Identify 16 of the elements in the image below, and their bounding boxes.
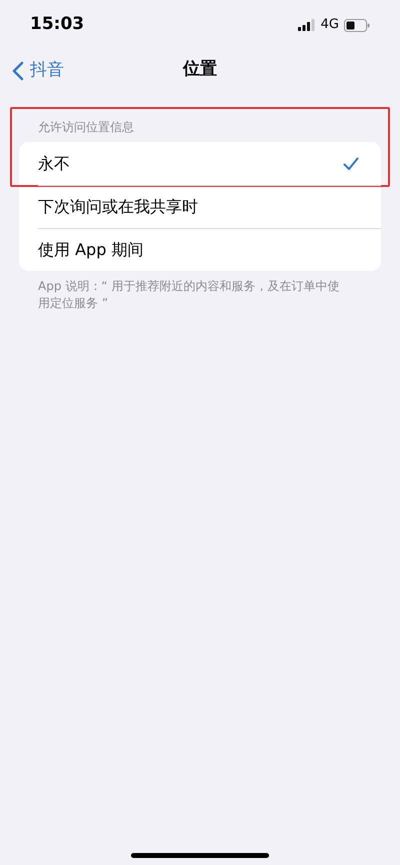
- page-title: 位置: [183, 58, 217, 82]
- signal-icon: [298, 19, 316, 31]
- option-row[interactable]: 下次询问或在我共享时: [19, 185, 381, 228]
- option-label: 下次询问或在我共享时: [38, 196, 198, 218]
- option-row[interactable]: 永不: [19, 142, 381, 185]
- section-header: 允许访问位置信息: [38, 119, 134, 136]
- chevron-left-icon: [12, 60, 24, 81]
- back-button[interactable]: 抖音: [12, 58, 64, 84]
- section-footer: App 说明：“ 用于推荐附近的内容和服务，及在订单中使用定位服务 ”: [0, 271, 400, 312]
- battery-icon: [344, 18, 370, 32]
- option-label: 永不: [38, 152, 70, 174]
- status-time: 15:03: [30, 13, 84, 36]
- network-label: 4G: [320, 16, 339, 34]
- option-label: 使用 App 期间: [38, 238, 144, 260]
- option-row[interactable]: 使用 App 期间: [19, 228, 381, 271]
- checkmark-icon: [343, 156, 359, 170]
